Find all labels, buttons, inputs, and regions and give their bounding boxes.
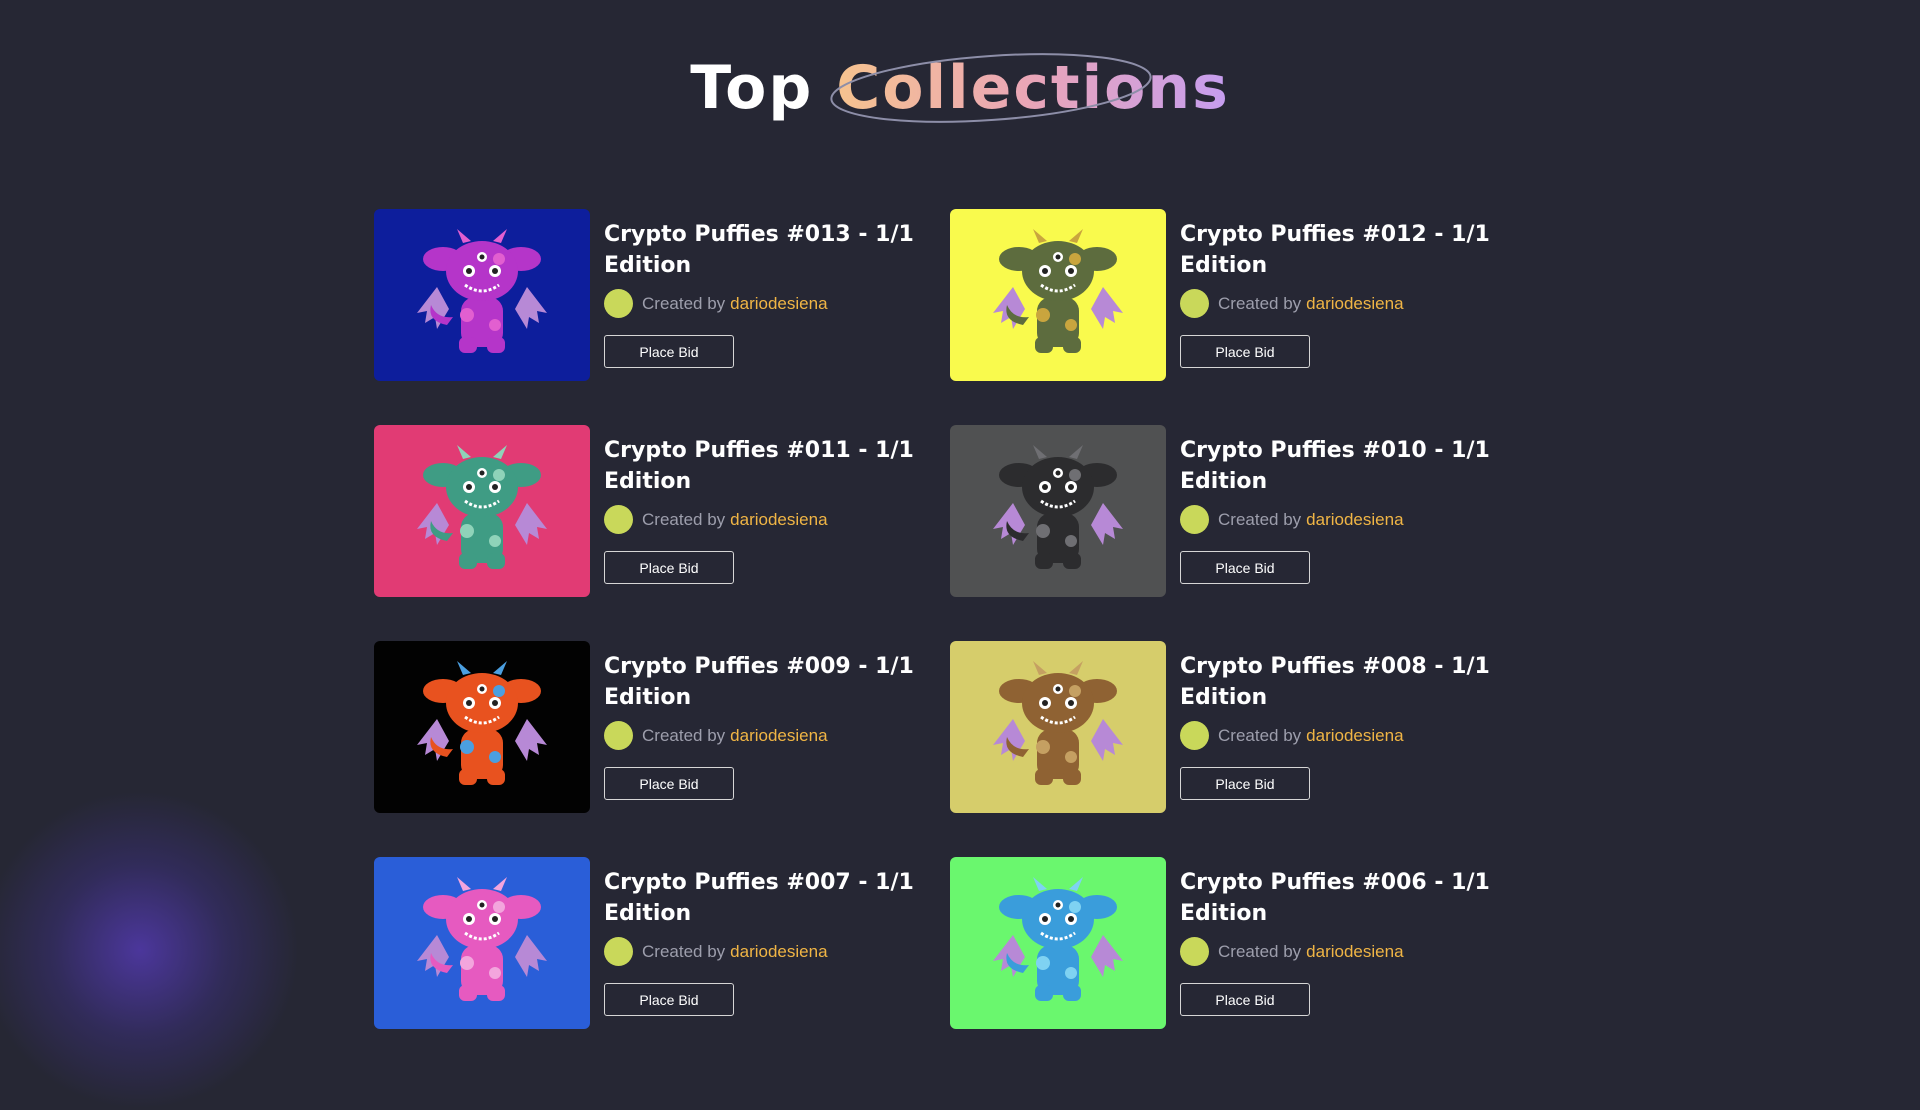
card-title[interactable]: Crypto Puffies #010 - 1/1 Edition (1180, 435, 1500, 497)
creator-avatar (604, 721, 633, 750)
collection-card[interactable]: Crypto Puffies #011 - 1/1 Edition Create… (374, 425, 950, 597)
collection-card[interactable]: Crypto Puffies #009 - 1/1 Edition Create… (374, 641, 950, 813)
card-title[interactable]: Crypto Puffies #012 - 1/1 Edition (1180, 219, 1500, 281)
created-by-label: Created by (642, 725, 726, 745)
puffy-creature-image (993, 445, 1123, 569)
created-by-label: Created by (642, 293, 726, 313)
creator-avatar (1180, 721, 1209, 750)
created-by-label: Created by (1218, 725, 1302, 745)
place-bid-button[interactable]: Place Bid (604, 551, 734, 584)
creator-row: Created by dariodesiena (604, 289, 924, 318)
heading-highlight-wrap: Collections (830, 48, 1230, 128)
section-heading: Top Collections (0, 48, 1920, 128)
collection-card[interactable]: Crypto Puffies #007 - 1/1 Edition Create… (374, 857, 950, 1029)
nft-thumbnail[interactable] (374, 857, 590, 1029)
nft-thumbnail[interactable] (374, 209, 590, 381)
puffy-creature-image (993, 877, 1123, 1001)
puffy-creature-image (417, 877, 547, 1001)
creator-row: Created by dariodesiena (604, 505, 924, 534)
place-bid-button[interactable]: Place Bid (1180, 551, 1310, 584)
created-by-label: Created by (1218, 293, 1302, 313)
creator-row: Created by dariodesiena (604, 937, 924, 966)
creator-avatar (1180, 937, 1209, 966)
card-title[interactable]: Crypto Puffies #006 - 1/1 Edition (1180, 867, 1500, 929)
puffy-creature-image (993, 661, 1123, 785)
creator-link[interactable]: dariodesiena (730, 510, 827, 530)
collection-card[interactable]: Crypto Puffies #010 - 1/1 Edition Create… (950, 425, 1526, 597)
card-info: Crypto Puffies #008 - 1/1 Edition Create… (1180, 641, 1500, 813)
nft-thumbnail[interactable] (950, 209, 1166, 381)
collections-grid: Crypto Puffies #013 - 1/1 Edition Create… (374, 209, 1574, 1029)
card-info: Crypto Puffies #007 - 1/1 Edition Create… (604, 857, 924, 1029)
creator-row: Created by dariodesiena (1180, 289, 1500, 318)
card-info: Crypto Puffies #006 - 1/1 Edition Create… (1180, 857, 1500, 1029)
card-info: Crypto Puffies #012 - 1/1 Edition Create… (1180, 209, 1500, 381)
creator-link[interactable]: dariodesiena (730, 294, 827, 314)
creator-link[interactable]: dariodesiena (1306, 942, 1403, 962)
nft-thumbnail[interactable] (950, 425, 1166, 597)
card-title[interactable]: Crypto Puffies #011 - 1/1 Edition (604, 435, 924, 497)
creator-link[interactable]: dariodesiena (1306, 726, 1403, 746)
place-bid-button[interactable]: Place Bid (1180, 767, 1310, 800)
creator-link[interactable]: dariodesiena (1306, 510, 1403, 530)
nft-thumbnail[interactable] (374, 641, 590, 813)
nft-thumbnail[interactable] (374, 425, 590, 597)
created-by-label: Created by (642, 941, 726, 961)
creator-link[interactable]: dariodesiena (730, 942, 827, 962)
creator-row: Created by dariodesiena (604, 721, 924, 750)
card-title[interactable]: Crypto Puffies #008 - 1/1 Edition (1180, 651, 1500, 713)
puffy-creature-image (417, 229, 547, 353)
collection-card[interactable]: Crypto Puffies #008 - 1/1 Edition Create… (950, 641, 1526, 813)
card-info: Crypto Puffies #009 - 1/1 Edition Create… (604, 641, 924, 813)
heading-prefix: Top (690, 53, 814, 123)
puffy-creature-image (993, 229, 1123, 353)
place-bid-button[interactable]: Place Bid (604, 767, 734, 800)
nft-thumbnail[interactable] (950, 641, 1166, 813)
puffy-creature-image (417, 445, 547, 569)
place-bid-button[interactable]: Place Bid (604, 983, 734, 1016)
place-bid-button[interactable]: Place Bid (1180, 983, 1310, 1016)
card-title[interactable]: Crypto Puffies #013 - 1/1 Edition (604, 219, 924, 281)
created-by-label: Created by (1218, 941, 1302, 961)
background-glow (0, 790, 300, 1110)
card-title[interactable]: Crypto Puffies #007 - 1/1 Edition (604, 867, 924, 929)
card-info: Crypto Puffies #010 - 1/1 Edition Create… (1180, 425, 1500, 597)
creator-link[interactable]: dariodesiena (730, 726, 827, 746)
creator-avatar (604, 289, 633, 318)
creator-avatar (604, 937, 633, 966)
collection-card[interactable]: Crypto Puffies #012 - 1/1 Edition Create… (950, 209, 1526, 381)
collection-card[interactable]: Crypto Puffies #006 - 1/1 Edition Create… (950, 857, 1526, 1029)
place-bid-button[interactable]: Place Bid (1180, 335, 1310, 368)
creator-link[interactable]: dariodesiena (1306, 294, 1403, 314)
creator-avatar (604, 505, 633, 534)
puffy-creature-image (417, 661, 547, 785)
heading-highlight: Collections (836, 53, 1230, 123)
card-info: Crypto Puffies #013 - 1/1 Edition Create… (604, 209, 924, 381)
created-by-label: Created by (642, 509, 726, 529)
creator-avatar (1180, 505, 1209, 534)
nft-thumbnail[interactable] (950, 857, 1166, 1029)
created-by-label: Created by (1218, 509, 1302, 529)
creator-row: Created by dariodesiena (1180, 505, 1500, 534)
place-bid-button[interactable]: Place Bid (604, 335, 734, 368)
card-title[interactable]: Crypto Puffies #009 - 1/1 Edition (604, 651, 924, 713)
card-info: Crypto Puffies #011 - 1/1 Edition Create… (604, 425, 924, 597)
creator-avatar (1180, 289, 1209, 318)
creator-row: Created by dariodesiena (1180, 937, 1500, 966)
creator-row: Created by dariodesiena (1180, 721, 1500, 750)
collection-card[interactable]: Crypto Puffies #013 - 1/1 Edition Create… (374, 209, 950, 381)
